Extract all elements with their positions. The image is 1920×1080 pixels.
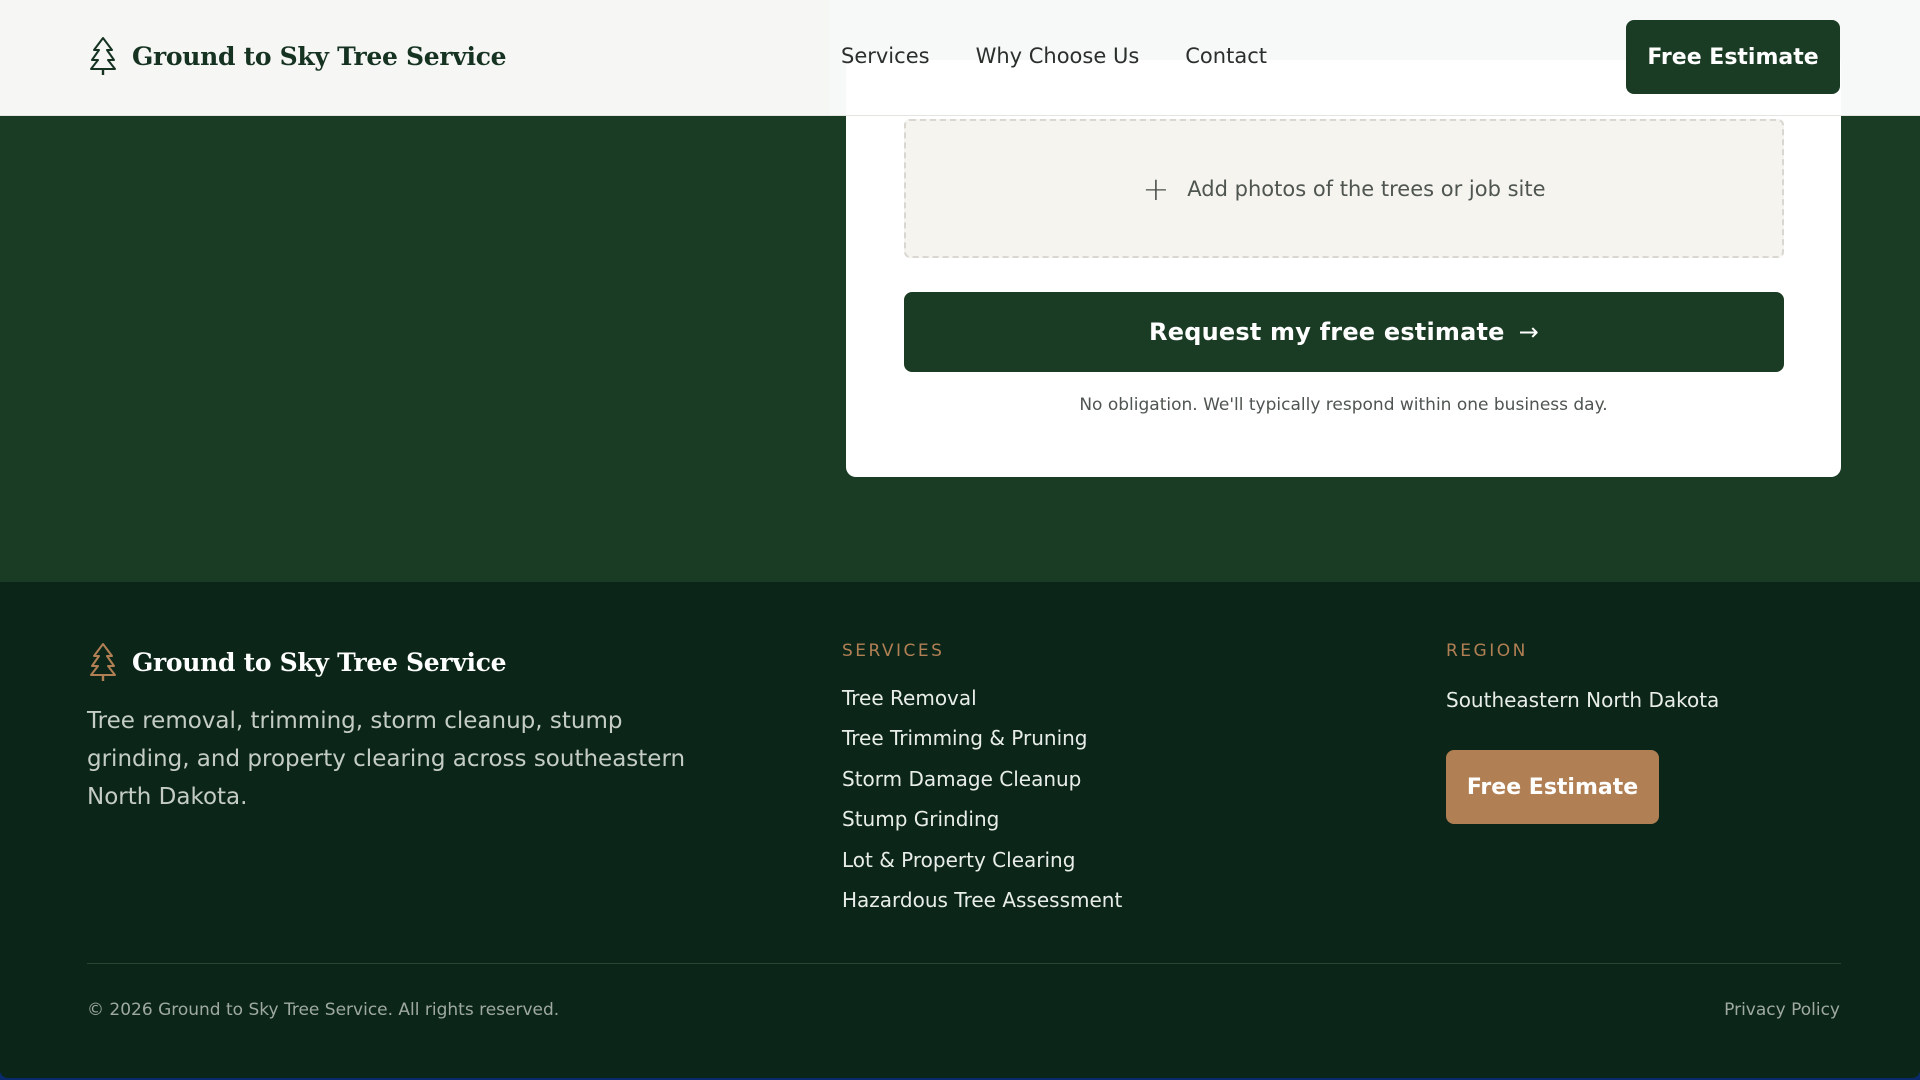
nav-link-contact[interactable]: Contact: [1185, 44, 1267, 68]
photo-upload-dropzone[interactable]: + Add photos of the trees or job site: [904, 119, 1784, 258]
service-link-tree-removal[interactable]: Tree Removal: [842, 686, 1122, 726]
services-list: Tree Removal Tree Trimming & Pruning Sto…: [842, 686, 1122, 928]
brand-logo[interactable]: Ground to Sky Tree Service: [88, 36, 507, 76]
footer-free-estimate-button[interactable]: Free Estimate: [1446, 750, 1659, 824]
form-note: No obligation. We'll typically respond w…: [1079, 395, 1608, 415]
nav-link-why-choose-us[interactable]: Why Choose Us: [976, 44, 1140, 68]
plus-icon: +: [1142, 169, 1170, 208]
pine-tree-icon: [90, 643, 116, 681]
service-link-hazard-assessment[interactable]: Hazardous Tree Assessment: [842, 888, 1122, 928]
submit-label: Request my free estimate: [1149, 318, 1505, 346]
pine-tree-icon: [90, 37, 116, 75]
service-link-trimming-pruning[interactable]: Tree Trimming & Pruning: [842, 726, 1122, 766]
footer-brand-name: Ground to Sky Tree Service: [132, 647, 507, 677]
service-link-storm-cleanup[interactable]: Storm Damage Cleanup: [842, 767, 1122, 807]
footer-divider: [87, 963, 1841, 964]
region-heading: REGION: [1446, 641, 1528, 661]
page-frame: + Add photos of the trees or job site Re…: [0, 0, 1920, 1078]
region-value: Southeastern North Dakota: [1446, 688, 1720, 712]
upload-label: Add photos of the trees or job site: [1187, 176, 1546, 201]
service-link-stump-grinding[interactable]: Stump Grinding: [842, 807, 1122, 847]
free-estimate-button[interactable]: Free Estimate: [1626, 20, 1840, 94]
request-estimate-button[interactable]: Request my free estimate →: [904, 292, 1784, 372]
privacy-policy-link[interactable]: Privacy Policy: [1724, 1000, 1840, 1020]
footer-description: Tree removal, trimming, storm cleanup, s…: [87, 708, 686, 810]
brand-name: Ground to Sky Tree Service: [132, 41, 507, 71]
nav-link-services[interactable]: Services: [841, 44, 930, 68]
footer-brand[interactable]: Ground to Sky Tree Service: [88, 642, 507, 682]
service-link-lot-clearing[interactable]: Lot & Property Clearing: [842, 848, 1122, 888]
arrow-right-icon: →: [1518, 318, 1539, 346]
services-heading: SERVICES: [842, 641, 945, 661]
site-footer: Ground to Sky Tree Service Tree removal,…: [0, 582, 1920, 1078]
copyright-text: © 2026 Ground to Sky Tree Service. All r…: [87, 1000, 560, 1020]
nav-links: Services Why Choose Us Contact: [841, 44, 1267, 68]
top-navbar: Ground to Sky Tree Service Services Why …: [0, 0, 1920, 116]
estimate-form-card: + Add photos of the trees or job site Re…: [846, 60, 1841, 477]
